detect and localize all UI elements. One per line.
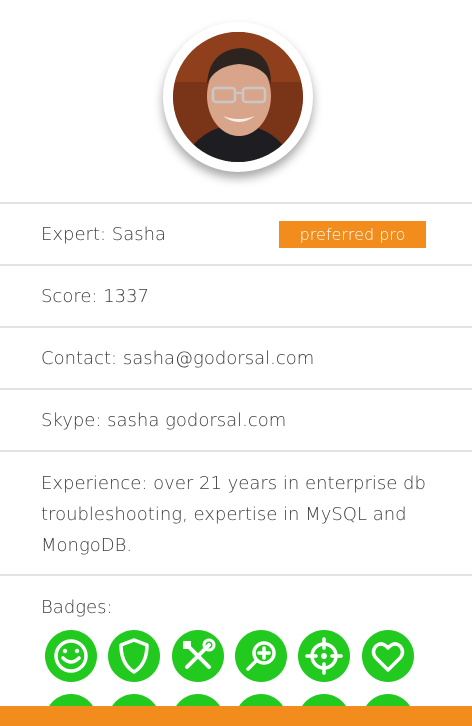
- preferred-pro-badge: preferred pro: [279, 221, 426, 248]
- heart-icon[interactable]: [362, 630, 414, 682]
- score-row: Score: 1337: [0, 264, 472, 326]
- experience-row: Experience: over 21 years in enterprise …: [0, 450, 472, 574]
- shield-icon[interactable]: [108, 630, 160, 682]
- badges-row: Badges:: [0, 574, 472, 726]
- bottom-accent-bar: [0, 706, 472, 726]
- badges-title: Badges:: [41, 597, 113, 618]
- contact-email: Contact: sasha@godorsal.com: [41, 347, 315, 369]
- contact-row: Contact: sasha@godorsal.com: [0, 326, 472, 388]
- skype-row: Skype: sasha godorsal.com: [0, 388, 472, 450]
- expert-name: Expert: Sasha: [41, 223, 167, 245]
- expert-row: Expert: Sasha preferred pro: [0, 202, 472, 264]
- smiley-icon[interactable]: [45, 630, 97, 682]
- profile-details: Expert: Sasha preferred pro Score: 1337 …: [0, 202, 472, 726]
- expert-profile-page: Expert: Sasha preferred pro Score: 1337 …: [0, 0, 472, 726]
- score-value: Score: 1337: [41, 285, 150, 307]
- tools-icon[interactable]: [172, 630, 224, 682]
- avatar-photo: [173, 32, 303, 162]
- crosshair-icon[interactable]: [298, 630, 350, 682]
- skype-id: Skype: sasha godorsal.com: [41, 409, 287, 431]
- avatar: [173, 32, 303, 162]
- avatar-frame: [163, 22, 313, 172]
- magnifier-plus-icon[interactable]: [235, 630, 287, 682]
- experience-text: Experience: over 21 years in enterprise …: [41, 473, 426, 556]
